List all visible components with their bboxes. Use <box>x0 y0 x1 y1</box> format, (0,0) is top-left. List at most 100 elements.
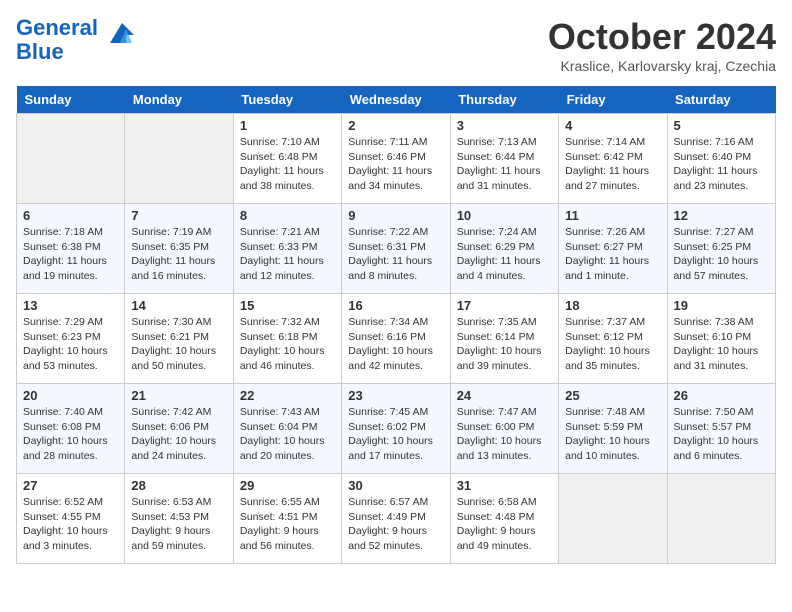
day-number: 31 <box>457 478 552 493</box>
calendar-cell: 20Sunrise: 7:40 AMSunset: 6:08 PMDayligh… <box>17 384 125 474</box>
day-number: 21 <box>131 388 226 403</box>
location-subtitle: Kraslice, Karlovarsky kraj, Czechia <box>548 58 776 74</box>
title-area: October 2024 Kraslice, Karlovarsky kraj,… <box>548 16 776 74</box>
day-number: 8 <box>240 208 335 223</box>
day-number: 3 <box>457 118 552 133</box>
day-info: Sunrise: 7:37 AMSunset: 6:12 PMDaylight:… <box>565 315 660 374</box>
calendar-cell: 30Sunrise: 6:57 AMSunset: 4:49 PMDayligh… <box>342 474 450 564</box>
page-header: GeneralBlue October 2024 Kraslice, Karlo… <box>16 16 776 74</box>
calendar-cell <box>667 474 775 564</box>
calendar-cell: 19 Sunrise: 7:38 AMSunset: 6:10 PMDayligh… <box>667 294 775 384</box>
day-info: Sunrise: 7:38 AMSunset: 6:10 PMDaylight:… <box>674 315 769 374</box>
calendar-week-row: 1 Sunrise: 7:10 AMSunset: 6:48 PMDaylight… <box>17 114 776 204</box>
day-info: Sunrise: 7:42 AMSunset: 6:06 PMDaylight:… <box>131 405 226 464</box>
day-info: Sunrise: 7:47 AMSunset: 6:00 PMDaylight:… <box>457 405 552 464</box>
calendar-cell: 13 Sunrise: 7:29 AMSunset: 6:23 PMDayligh… <box>17 294 125 384</box>
day-number: 7 <box>131 208 226 223</box>
calendar-cell: 24 Sunrise: 7:47 AMSunset: 6:00 PMDayligh… <box>450 384 558 474</box>
month-title: October 2024 <box>548 16 776 58</box>
day-number: 13 <box>23 298 118 313</box>
day-number: 24 <box>457 388 552 403</box>
calendar-week-row: 27 Sunrise: 6:52 AMSunset: 4:55 PMDayligh… <box>17 474 776 564</box>
day-number: 11 <box>565 208 660 223</box>
calendar-cell: 14 Sunrise: 7:30 AMSunset: 6:21 PMDayligh… <box>125 294 233 384</box>
day-info: Sunrise: 6:58 AMSunset: 4:48 PMDaylight:… <box>457 495 552 554</box>
calendar-week-row: 6Sunrise: 7:18 AMSunset: 6:38 PMDaylight… <box>17 204 776 294</box>
day-info: Sunrise: 7:26 AMSunset: 6:27 PMDaylight:… <box>565 225 660 284</box>
calendar-cell: 1 Sunrise: 7:10 AMSunset: 6:48 PMDaylight… <box>233 114 341 204</box>
day-info: Sunrise: 6:52 AMSunset: 4:55 PMDaylight:… <box>23 495 118 554</box>
day-number: 14 <box>131 298 226 313</box>
calendar-cell: 16Sunrise: 7:34 AMSunset: 6:16 PMDayligh… <box>342 294 450 384</box>
weekday-header-wednesday: Wednesday <box>342 86 450 114</box>
weekday-header-saturday: Saturday <box>667 86 775 114</box>
day-number: 6 <box>23 208 118 223</box>
calendar-cell: 2 Sunrise: 7:11 AMSunset: 6:46 PMDaylight… <box>342 114 450 204</box>
calendar-cell <box>125 114 233 204</box>
day-number: 15 <box>240 298 335 313</box>
calendar-cell: 15Sunrise: 7:32 AMSunset: 6:18 PMDayligh… <box>233 294 341 384</box>
day-info: Sunrise: 7:11 AMSunset: 6:46 PMDaylight:… <box>348 135 443 194</box>
day-info: Sunrise: 7:10 AMSunset: 6:48 PMDaylight:… <box>240 135 335 194</box>
logo-text: GeneralBlue <box>16 16 98 64</box>
calendar-cell: 23Sunrise: 7:45 AMSunset: 6:02 PMDayligh… <box>342 384 450 474</box>
day-number: 2 <box>348 118 443 133</box>
calendar-week-row: 13 Sunrise: 7:29 AMSunset: 6:23 PMDayligh… <box>17 294 776 384</box>
calendar-cell: 7Sunrise: 7:19 AMSunset: 6:35 PMDaylight… <box>125 204 233 294</box>
calendar-cell: 28 Sunrise: 6:53 AMSunset: 4:53 PMDayligh… <box>125 474 233 564</box>
day-info: Sunrise: 7:21 AMSunset: 6:33 PMDaylight:… <box>240 225 335 284</box>
weekday-header-monday: Monday <box>125 86 233 114</box>
day-number: 28 <box>131 478 226 493</box>
day-info: Sunrise: 6:53 AMSunset: 4:53 PMDaylight:… <box>131 495 226 554</box>
day-info: Sunrise: 7:24 AMSunset: 6:29 PMDaylight:… <box>457 225 552 284</box>
calendar-cell: 31 Sunrise: 6:58 AMSunset: 4:48 PMDayligh… <box>450 474 558 564</box>
day-number: 30 <box>348 478 443 493</box>
calendar-cell: 11 Sunrise: 7:26 AMSunset: 6:27 PMDayligh… <box>559 204 667 294</box>
day-info: Sunrise: 6:55 AMSunset: 4:51 PMDaylight:… <box>240 495 335 554</box>
logo-icon <box>102 21 134 49</box>
day-number: 22 <box>240 388 335 403</box>
day-info: Sunrise: 7:43 AMSunset: 6:04 PMDaylight:… <box>240 405 335 464</box>
day-number: 5 <box>674 118 769 133</box>
day-info: Sunrise: 7:14 AMSunset: 6:42 PMDaylight:… <box>565 135 660 194</box>
day-info: Sunrise: 7:30 AMSunset: 6:21 PMDaylight:… <box>131 315 226 374</box>
day-number: 4 <box>565 118 660 133</box>
calendar-cell: 26 Sunrise: 7:50 AMSunset: 5:57 PMDayligh… <box>667 384 775 474</box>
weekday-header-thursday: Thursday <box>450 86 558 114</box>
calendar-cell: 5Sunrise: 7:16 AMSunset: 6:40 PMDaylight… <box>667 114 775 204</box>
calendar-cell: 25 Sunrise: 7:48 AMSunset: 5:59 PMDayligh… <box>559 384 667 474</box>
calendar-cell: 12 Sunrise: 7:27 AMSunset: 6:25 PMDayligh… <box>667 204 775 294</box>
day-info: Sunrise: 7:29 AMSunset: 6:23 PMDaylight:… <box>23 315 118 374</box>
calendar-cell: 8 Sunrise: 7:21 AMSunset: 6:33 PMDaylight… <box>233 204 341 294</box>
calendar-cell: 9 Sunrise: 7:22 AMSunset: 6:31 PMDaylight… <box>342 204 450 294</box>
day-number: 27 <box>23 478 118 493</box>
day-number: 9 <box>348 208 443 223</box>
weekday-header-tuesday: Tuesday <box>233 86 341 114</box>
day-info: Sunrise: 7:13 AMSunset: 6:44 PMDaylight:… <box>457 135 552 194</box>
day-number: 1 <box>240 118 335 133</box>
calendar-cell: 3 Sunrise: 7:13 AMSunset: 6:44 PMDaylight… <box>450 114 558 204</box>
day-number: 29 <box>240 478 335 493</box>
calendar-cell: 21 Sunrise: 7:42 AMSunset: 6:06 PMDayligh… <box>125 384 233 474</box>
calendar-cell: 29 Sunrise: 6:55 AMSunset: 4:51 PMDayligh… <box>233 474 341 564</box>
day-number: 12 <box>674 208 769 223</box>
calendar-cell: 10Sunrise: 7:24 AMSunset: 6:29 PMDayligh… <box>450 204 558 294</box>
day-number: 16 <box>348 298 443 313</box>
day-number: 18 <box>565 298 660 313</box>
day-info: Sunrise: 7:27 AMSunset: 6:25 PMDaylight:… <box>674 225 769 284</box>
day-info: Sunrise: 7:22 AMSunset: 6:31 PMDaylight:… <box>348 225 443 284</box>
day-info: Sunrise: 7:40 AMSunset: 6:08 PMDaylight:… <box>23 405 118 464</box>
day-info: Sunrise: 7:48 AMSunset: 5:59 PMDaylight:… <box>565 405 660 464</box>
calendar-table: SundayMondayTuesdayWednesdayThursdayFrid… <box>16 86 776 564</box>
calendar-cell <box>559 474 667 564</box>
weekday-header-friday: Friday <box>559 86 667 114</box>
calendar-cell: 27 Sunrise: 6:52 AMSunset: 4:55 PMDayligh… <box>17 474 125 564</box>
day-number: 19 <box>674 298 769 313</box>
calendar-cell: 6Sunrise: 7:18 AMSunset: 6:38 PMDaylight… <box>17 204 125 294</box>
day-info: Sunrise: 7:50 AMSunset: 5:57 PMDaylight:… <box>674 405 769 464</box>
day-number: 26 <box>674 388 769 403</box>
logo: GeneralBlue <box>16 16 134 64</box>
day-number: 25 <box>565 388 660 403</box>
weekday-header-row: SundayMondayTuesdayWednesdayThursdayFrid… <box>17 86 776 114</box>
day-info: Sunrise: 7:45 AMSunset: 6:02 PMDaylight:… <box>348 405 443 464</box>
